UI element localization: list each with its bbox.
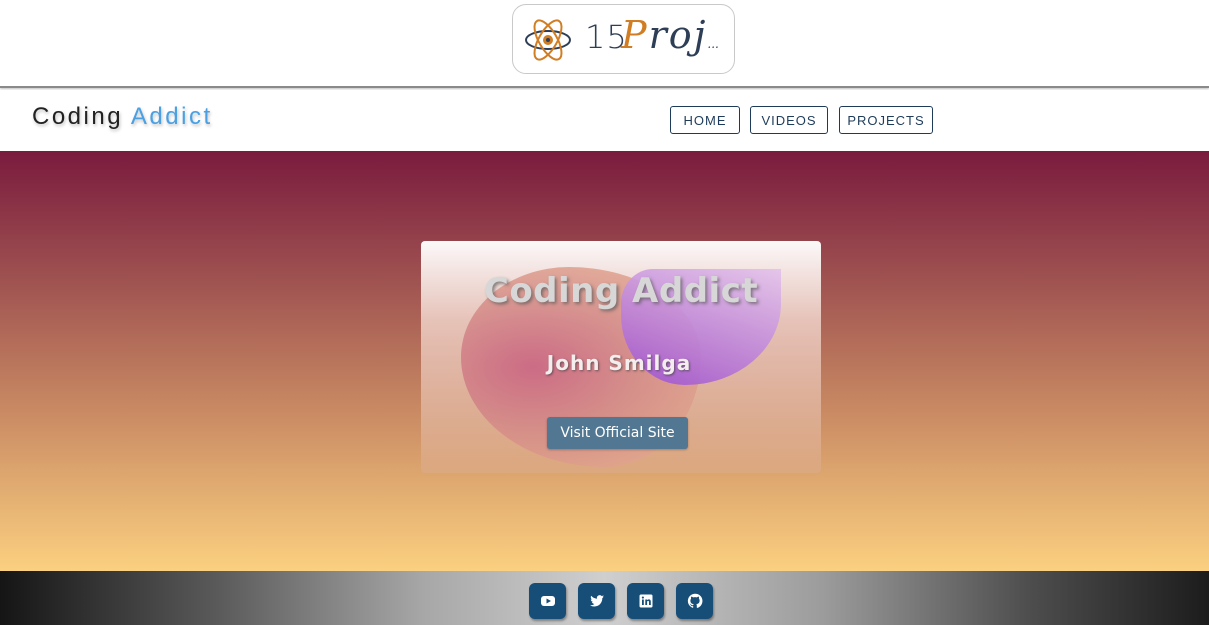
brand-logo[interactable]: Coding Addict <box>32 103 213 131</box>
logo-header: 15 Proj... <box>0 0 1209 88</box>
hero-title: Coding Addict <box>483 271 759 311</box>
atom-icon <box>525 19 571 61</box>
youtube-link[interactable] <box>529 583 566 619</box>
footer <box>0 571 1209 625</box>
nav-projects-button[interactable]: PROJECTS <box>839 106 933 134</box>
youtube-icon <box>540 596 555 606</box>
hero-card: Coding Addict John Smilga Visit Official… <box>421 241 821 473</box>
nav-home-button[interactable]: HOME <box>670 106 740 134</box>
brand-first: Coding <box>32 103 124 130</box>
brand-accent: Addict <box>130 103 213 130</box>
hero-subtitle: John Smilga <box>546 351 692 375</box>
visit-official-site-button[interactable]: Visit Official Site <box>547 417 688 449</box>
twitter-link[interactable] <box>578 583 615 619</box>
hero-section: Coding Addict John Smilga Visit Official… <box>0 151 1209 571</box>
logo-word-initial: P <box>621 13 649 57</box>
linkedin-link[interactable] <box>627 583 664 619</box>
logo-ellipsis: ... <box>707 37 719 51</box>
site-logo[interactable]: 15 Proj... <box>512 4 735 74</box>
logo-word: Proj... <box>621 13 719 57</box>
nav-videos-button[interactable]: VIDEOS <box>750 106 828 134</box>
github-link[interactable] <box>676 583 713 619</box>
linkedin-icon <box>639 594 652 608</box>
twitter-icon <box>589 595 604 607</box>
navbar: Coding Addict HOME VIDEOS PROJECTS <box>0 90 1209 151</box>
github-icon <box>687 593 702 608</box>
logo-word-rest: roj <box>648 13 708 57</box>
